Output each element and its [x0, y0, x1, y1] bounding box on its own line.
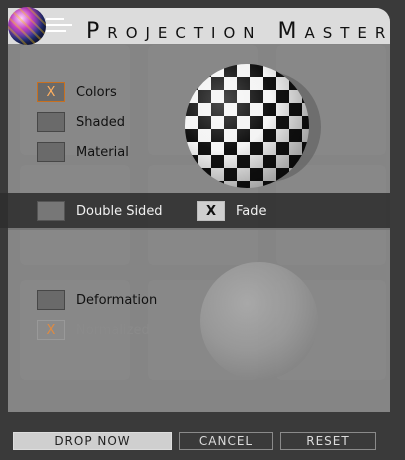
normalized-label: Normalized — [76, 322, 150, 338]
material-label: Material — [76, 144, 129, 160]
fade-label: Fade — [236, 203, 267, 219]
deformation-checkbox[interactable] — [37, 290, 65, 310]
reset-button[interactable]: RESET — [280, 432, 376, 450]
logo-icon — [8, 7, 46, 45]
option-double-sided[interactable]: Double Sided — [37, 201, 163, 221]
option-fade[interactable]: X Fade — [197, 201, 267, 221]
logo-arrows-icon — [46, 16, 76, 38]
colors-label: Colors — [76, 84, 117, 100]
option-deformation[interactable]: Deformation — [37, 290, 157, 310]
colors-checkbox[interactable]: X — [37, 82, 65, 102]
material-checkbox[interactable] — [37, 142, 65, 162]
option-shaded[interactable]: Shaded — [37, 112, 125, 132]
normalized-checkbox: X — [37, 320, 65, 340]
grey-sphere-preview — [200, 262, 318, 380]
panel-title: Projection Master — [86, 19, 394, 44]
fade-checkbox[interactable]: X — [197, 201, 225, 221]
double-sided-checkbox[interactable] — [37, 201, 65, 221]
option-material[interactable]: Material — [37, 142, 129, 162]
cancel-button[interactable]: CANCEL — [179, 432, 273, 450]
checker-sphere-preview — [185, 64, 309, 188]
option-colors[interactable]: X Colors — [37, 82, 117, 102]
shaded-checkbox[interactable] — [37, 112, 65, 132]
deformation-label: Deformation — [76, 292, 158, 308]
double-sided-label: Double Sided — [76, 203, 163, 219]
shaded-label: Shaded — [76, 114, 125, 130]
divider — [8, 228, 390, 230]
drop-now-button[interactable]: DROP NOW — [13, 432, 172, 450]
option-normalized: X Normalized — [37, 320, 150, 340]
